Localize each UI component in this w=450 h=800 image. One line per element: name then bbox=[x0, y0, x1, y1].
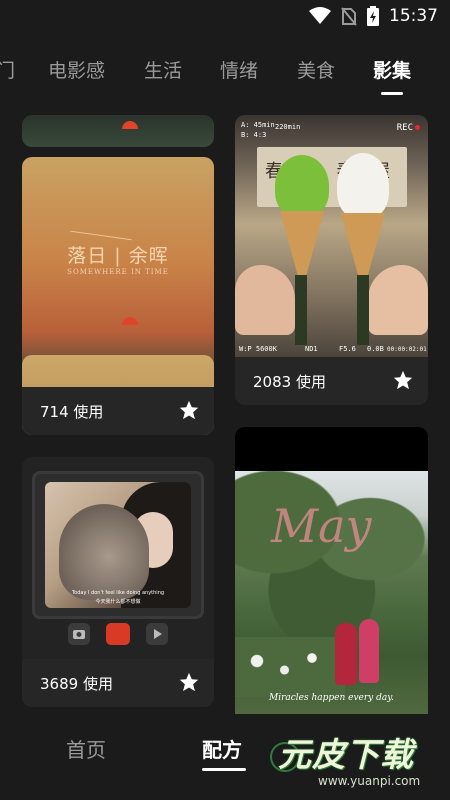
rec-dot-icon bbox=[415, 125, 420, 130]
poster-title: 落日 | 余晖 bbox=[67, 245, 169, 267]
tab-food[interactable]: 美食 bbox=[297, 56, 335, 83]
watermark-text: 元皮下载 bbox=[278, 735, 414, 774]
hud-wb: W:P 5600K bbox=[239, 345, 277, 353]
overlay-script-text: May bbox=[271, 499, 372, 553]
active-nav-indicator bbox=[202, 768, 246, 771]
template-card-may[interactable]: May Miracles happen every day. bbox=[235, 427, 428, 717]
preview-photo: 春 宇 春 屋 A: 45min B: 4:3 220min REC W:P 5… bbox=[235, 115, 428, 357]
sun-shape bbox=[122, 317, 138, 325]
watermark-logo: 元皮下载 www.yuanpi.com bbox=[270, 728, 448, 798]
vanilla-scoop bbox=[337, 153, 389, 219]
wifi-icon bbox=[309, 7, 331, 24]
poster-subtitle: SOMEWHERE IN TIME bbox=[67, 268, 169, 276]
status-time: 15:37 bbox=[389, 6, 438, 26]
rec-label: REC bbox=[396, 123, 413, 133]
status-icons: 15:37 bbox=[309, 6, 438, 26]
battery-charging-icon bbox=[367, 6, 379, 26]
template-card-icecream[interactable]: 春 宇 春 屋 A: 45min B: 4:3 220min REC W:P 5… bbox=[235, 115, 428, 405]
star-icon[interactable] bbox=[392, 369, 414, 391]
hud-fstop: F5.6 bbox=[339, 345, 356, 353]
preview-photo: Today I don't feel like doing anything 今… bbox=[45, 482, 191, 608]
hud-top-left-2: B: 4:3 bbox=[241, 131, 267, 139]
tab-cinematic[interactable]: 电影感 bbox=[48, 56, 105, 83]
template-card-cat[interactable]: Today I don't feel like doing anything 今… bbox=[22, 457, 214, 707]
cone-wrap-right bbox=[357, 275, 369, 345]
camera-icon bbox=[73, 630, 85, 639]
hand-right bbox=[368, 265, 428, 335]
card-footer: 2083 使用 bbox=[235, 357, 428, 405]
cone-wrap-left bbox=[295, 275, 307, 345]
preview-strip-top bbox=[22, 115, 214, 147]
light-streak bbox=[70, 230, 132, 241]
star-icon[interactable] bbox=[178, 671, 200, 693]
watermark-url: www.yuanpi.com bbox=[318, 774, 421, 788]
card-footer: 714 使用 bbox=[22, 387, 214, 435]
photo-caption-cn: 今天我什么都不想做 bbox=[95, 599, 141, 605]
sun-shape bbox=[122, 121, 138, 129]
tab-album[interactable]: 影集 bbox=[373, 56, 411, 83]
card-footer: 3689 使用 bbox=[22, 659, 214, 707]
no-sim-icon bbox=[341, 7, 357, 26]
star-icon[interactable] bbox=[178, 399, 200, 421]
record-button bbox=[106, 623, 130, 645]
tab-mood[interactable]: 情绪 bbox=[220, 56, 258, 83]
category-tabs: 门 电影感 生活 情绪 美食 影集 bbox=[0, 56, 450, 95]
active-tab-indicator bbox=[381, 92, 403, 95]
usage-count: 714 使用 bbox=[40, 403, 104, 421]
rec-indicator: REC bbox=[397, 123, 420, 133]
retro-controls bbox=[22, 623, 214, 653]
matcha-scoop bbox=[275, 155, 329, 217]
hud-timecode: 00:00:02:01 bbox=[387, 346, 427, 353]
hand-left bbox=[235, 265, 295, 335]
template-card-sunset[interactable]: 落日 | 余晖 SOMEWHERE IN TIME 714 使用 bbox=[22, 115, 214, 435]
person-shape bbox=[359, 619, 379, 683]
hud-db: 0.0B bbox=[367, 345, 384, 353]
hud-top-center: 220min bbox=[275, 123, 301, 131]
camera-button bbox=[68, 623, 90, 645]
hud-nd: ND1 bbox=[305, 345, 318, 353]
status-bar: 15:37 bbox=[0, 0, 450, 36]
flowers-shape bbox=[235, 637, 345, 697]
play-button bbox=[146, 623, 168, 645]
cat-shape bbox=[59, 504, 149, 600]
trees-shape bbox=[235, 471, 428, 641]
photo-slogan: Miracles happen every day. bbox=[268, 693, 394, 703]
photo-caption: Today I don't feel like doing anything bbox=[71, 590, 165, 596]
nav-recipes[interactable]: 配方 bbox=[202, 734, 242, 763]
tab-life[interactable]: 生活 bbox=[144, 56, 182, 83]
usage-count: 2083 使用 bbox=[253, 373, 326, 391]
nav-home[interactable]: 首页 bbox=[66, 734, 106, 763]
retro-frame: Today I don't feel like doing anything 今… bbox=[32, 471, 204, 619]
usage-count: 3689 使用 bbox=[40, 675, 113, 693]
tab-partial[interactable]: 门 bbox=[0, 56, 15, 83]
play-icon bbox=[154, 629, 162, 639]
hud-top-left: A: 45min bbox=[241, 121, 275, 129]
person-shape bbox=[335, 623, 357, 685]
